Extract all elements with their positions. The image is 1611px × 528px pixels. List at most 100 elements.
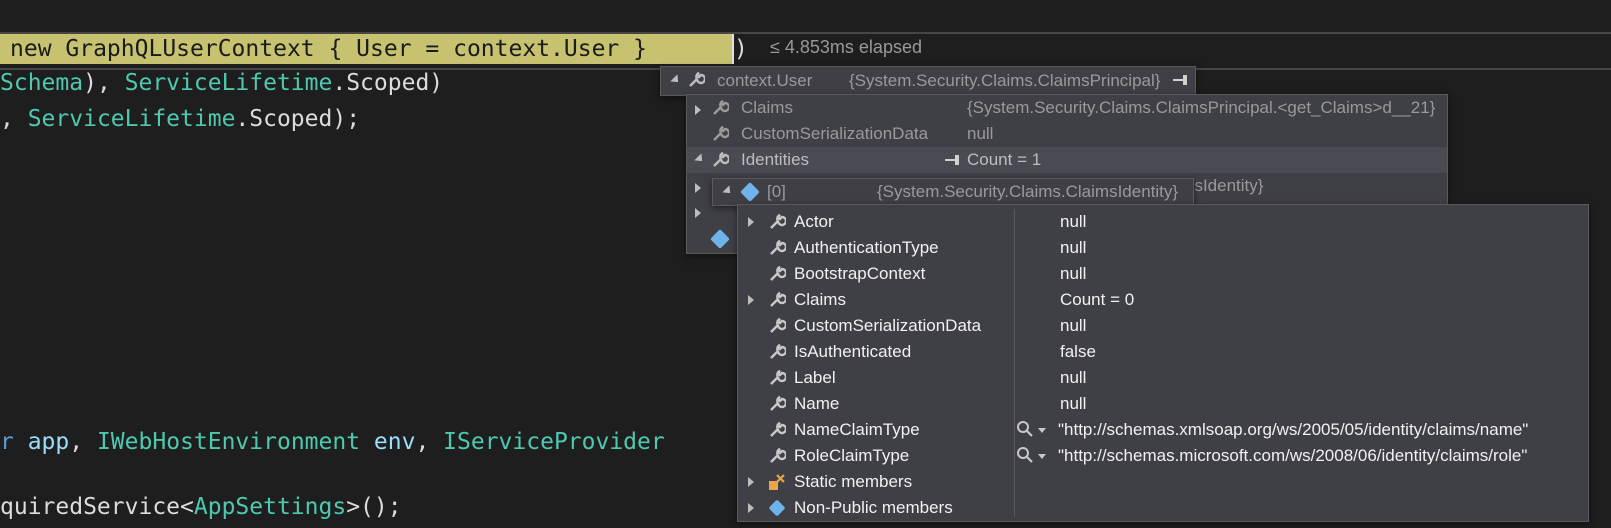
code-token: , [415,429,444,455]
property-wrench-icon [768,291,788,309]
property-wrench-icon [768,265,788,283]
collapse-arrow-icon[interactable] [722,185,734,197]
code-line-3[interactable]: , ServiceLifetime.Scoped); [0,101,360,137]
code-token: IWebHostEnvironment [96,429,361,455]
property-wrench-icon [713,99,729,115]
code-token: , [69,429,97,455]
property-value: null [1060,368,1087,387]
datatip-root-name[interactable]: context.User [717,68,812,94]
expand-arrow-icon[interactable] [748,477,754,487]
identity-row-nameclaimtype[interactable]: NameClaimType "http://schemas.xmlsoap.org… [738,417,1588,443]
code-token: ServiceLifetime [124,70,333,96]
expand-arrow-icon[interactable] [695,208,701,218]
identity-row-authenticationtype[interactable]: AuthenticationType null [738,235,1588,261]
datatip-identities: [0] {System.Security.Claims.ClaimsIdenti… [712,178,1194,206]
property-name: Label [794,368,836,387]
field-cube-icon [740,182,760,202]
expand-arrow-icon[interactable] [748,217,754,227]
text-visualizer-magnifier-icon[interactable] [1016,420,1050,445]
property-name: Identities [741,150,810,169]
identity-row-roleclaimtype[interactable]: RoleClaimType "http://schemas.microsoft.c… [738,443,1588,469]
property-value: {System.Security.Claims.ClaimsPrincipal.… [967,98,1436,117]
identity-row-bootstrapcontext[interactable]: BootstrapContext null [738,261,1588,287]
property-name: Static members [794,472,913,491]
property-value: null [1060,394,1087,413]
pin-icon[interactable] [1173,75,1189,85]
code-close-paren: ) [734,36,748,62]
property-value: Count = 1 [967,150,1042,169]
expand-arrow-icon[interactable] [695,105,701,115]
code-line-4[interactable]: r app, IWebHostEnvironment env, IService… [0,424,665,460]
elapsed-time: ≤ 4.853ms elapsed [770,37,922,57]
code-token: ServiceLifetime [27,106,236,132]
property-name: BootstrapContext [794,264,926,283]
code-token: AppSettings [193,494,347,520]
property-value: "http://schemas.microsoft.com/ws/2008/06… [1058,446,1528,465]
property-name: NameClaimType [794,420,920,439]
property-wrench-icon [768,447,788,465]
code-token: Schema [0,70,84,96]
property-name: Actor [794,212,834,231]
code-line-current[interactable]: new GraphQLUserContext { User = context.… [10,31,647,67]
code-line-5[interactable]: quiredService<AppSettings>(); [0,489,402,525]
property-name: CustomSerializationData [794,316,982,335]
identity-index[interactable]: [0] [767,179,786,205]
identity-row-label[interactable]: Label null [738,365,1588,391]
property-name: IsAuthenticated [794,342,912,361]
property-value: null [967,124,994,143]
property-value: null [1060,264,1087,283]
property-wrench-icon [689,71,705,87]
identity-row-claims[interactable]: Claims Count = 0 [738,287,1588,313]
property-value: null [1060,238,1087,257]
identity-row-static-members[interactable]: Static members [738,469,1588,495]
non-public-cube-icon [768,499,786,517]
code-token: r [0,429,28,455]
code-token: quiredService< [0,494,194,520]
property-wrench-icon [768,343,788,361]
property-name: Non-Public members [794,498,953,517]
property-wrench-icon [768,369,788,387]
identity-row-non-public-members[interactable]: Non-Public members [738,495,1588,521]
property-wrench-icon [768,395,788,413]
property-wrench-icon [768,239,788,257]
datatip-row-identities[interactable]: Identities Count = 1 [687,147,1447,173]
property-value: null [1060,316,1087,335]
datatip-root-value[interactable]: {System.Security.Claims.ClaimsPrincipal} [849,68,1160,94]
collapse-arrow-icon[interactable] [694,153,706,165]
property-wrench-icon [713,151,729,167]
collapse-arrow-icon[interactable] [670,74,682,86]
property-value: null [1060,212,1087,231]
code-token: app [27,429,70,455]
expand-arrow-icon[interactable] [695,183,701,193]
property-value-partial: nsIdentity} [1185,176,1264,195]
code-token: env [373,429,416,455]
identity-row-customserializationdata[interactable]: CustomSerializationData null [738,313,1588,339]
property-name: Claims [794,290,846,309]
property-value: "http://schemas.xmlsoap.org/ws/2005/05/i… [1058,420,1529,439]
pin-icon[interactable] [945,155,961,165]
property-value: false [1060,342,1096,361]
field-cube-icon [710,229,730,249]
property-name: Claims [741,98,793,117]
code-token: ), [83,70,125,96]
property-wrench-icon [713,125,729,141]
property-wrench-icon [768,421,788,439]
code-token: , [0,106,28,132]
identity-row-isauthenticated[interactable]: IsAuthenticated false [738,339,1588,365]
identity-row-actor[interactable]: Actor null [738,209,1588,235]
text-visualizer-magnifier-icon[interactable] [1016,446,1050,471]
property-wrench-icon [768,317,788,335]
property-name: RoleClaimType [794,446,910,465]
datatip-root: context.User {System.Security.Claims.Cla… [660,66,1196,96]
static-members-icon [768,473,786,491]
code-token: .Scoped) [332,70,444,96]
identity-value[interactable]: {System.Security.Claims.ClaimsIdentity} [877,179,1178,205]
code-line-2[interactable]: Schema), ServiceLifetime.Scoped) [0,65,443,101]
expand-arrow-icon[interactable] [748,295,754,305]
code-token: .Scoped); [235,106,361,132]
identity-row-name[interactable]: Name null [738,391,1588,417]
expand-arrow-icon[interactable] [748,503,754,513]
property-name: Name [794,394,840,413]
code-token: >(); [346,494,402,520]
